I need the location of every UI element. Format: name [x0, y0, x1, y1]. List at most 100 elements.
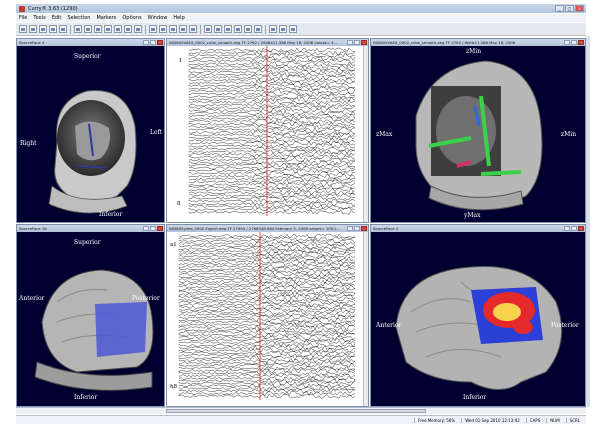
- toolbar-window-icon[interactable]: [289, 25, 297, 33]
- brain-grid-render: [34, 269, 154, 391]
- window-title: SourceFace 18: [19, 226, 47, 231]
- vertical-scrollbar[interactable]: [363, 232, 368, 406]
- toolbar-wave-icon[interactable]: [244, 25, 252, 33]
- minimize-button[interactable]: [143, 226, 149, 231]
- toolbar-new-icon[interactable]: [19, 25, 27, 33]
- 3d-view[interactable]: Superior Right Left Inferior: [17, 46, 164, 222]
- eeg-channel-trace: [188, 135, 356, 141]
- window-title-bar: SourceFace 4: [371, 225, 585, 232]
- toolbar-settings-icon[interactable]: [269, 25, 277, 33]
- eeg-channel-trace: [188, 176, 356, 182]
- minimize-button[interactable]: [143, 40, 149, 45]
- menu-options[interactable]: Options: [122, 15, 141, 21]
- close-button[interactable]: [157, 226, 163, 231]
- toolbar-layout-icon[interactable]: [204, 25, 212, 33]
- toolbar-montage-icon[interactable]: [159, 25, 167, 33]
- eeg-trace-area[interactable]: a1 h8: [167, 232, 368, 406]
- minimize-button[interactable]: [564, 40, 570, 45]
- scroll-thumb[interactable]: [166, 409, 426, 413]
- eeg-channel-trace: [178, 347, 356, 353]
- channel-label-last: 8: [177, 201, 181, 207]
- eeg-channel-trace: [188, 132, 356, 138]
- close-button[interactable]: [578, 226, 584, 231]
- eeg-trace-area[interactable]: 1 8: [167, 46, 368, 222]
- toolbar-map-icon[interactable]: [189, 25, 197, 33]
- maximize-button[interactable]: □: [565, 5, 574, 12]
- status-bar: Free Memory: 56% Wed 01 Sep 2010 12:13:0…: [16, 415, 586, 424]
- eeg-channel-trace: [188, 121, 356, 127]
- orientation-label-right: zMin: [561, 131, 577, 138]
- menu-file[interactable]: File: [19, 15, 27, 21]
- eeg-channel-trace: [178, 355, 355, 361]
- horizontal-scrollbar[interactable]: [16, 407, 586, 414]
- eeg-channel-trace: [188, 160, 356, 166]
- toolbar-marker-icon[interactable]: [94, 25, 102, 33]
- toolbar-rewind-icon[interactable]: [104, 25, 112, 33]
- toolbar-save-icon[interactable]: [39, 25, 47, 33]
- eeg-channel-trace: [188, 149, 356, 155]
- eeg-channel-trace: [178, 256, 356, 262]
- eeg-channel-trace: [178, 235, 356, 242]
- menu-window[interactable]: Window: [148, 15, 168, 21]
- menu-help[interactable]: Help: [173, 15, 184, 21]
- toolbar-info-icon[interactable]: [179, 25, 187, 33]
- orientation-label-left: zMax: [376, 131, 393, 138]
- grid-render-window[interactable]: SourceFace 18 Superior Anterior Posterio…: [16, 224, 165, 407]
- eeg-channel-trace: [188, 146, 356, 152]
- maximize-button[interactable]: [354, 40, 360, 45]
- toolbar-open-icon[interactable]: [29, 25, 37, 33]
- menu-tools[interactable]: Tools: [33, 15, 45, 21]
- minimize-button[interactable]: [347, 226, 353, 231]
- toolbar-bars-icon[interactable]: [234, 25, 242, 33]
- eeg-channel-trace: [188, 69, 356, 75]
- minimize-button[interactable]: [347, 40, 353, 45]
- orientation-label-left: Anterior: [19, 295, 45, 302]
- eeg-channel-trace: [178, 383, 356, 389]
- maximize-button[interactable]: [150, 226, 156, 231]
- 3d-view[interactable]: zMin zMax zMin yMax: [371, 46, 585, 222]
- minimize-button[interactable]: _: [555, 5, 564, 12]
- eeg-channel-trace: [188, 129, 356, 135]
- close-button[interactable]: [361, 40, 367, 45]
- toolbar-up-icon[interactable]: [124, 25, 132, 33]
- close-button[interactable]: [578, 40, 584, 45]
- eeg-export-window[interactable]: 080805ynka_0002 Export.eeg TF 27994 / 27…: [166, 224, 369, 407]
- window-title: 080805VAEX_0002_cntw_smooth.eeg TF 2762 …: [169, 40, 338, 45]
- eeg-channel-trace: [178, 391, 356, 396]
- maximize-button[interactable]: [571, 40, 577, 45]
- eeg-channel-trace: [178, 309, 356, 315]
- 3d-view[interactable]: Anterior Posterior Inferior: [371, 232, 585, 406]
- mri-view-window[interactable]: SourceFace 4 Superior Right Left Inferio…: [16, 38, 165, 223]
- toolbar-grid-icon[interactable]: [74, 25, 82, 33]
- toolbar-down-icon[interactable]: [134, 25, 142, 33]
- close-button[interactable]: [157, 40, 163, 45]
- cortex-map-window[interactable]: SourceFace 4 Anterior Posterior Inferior: [370, 224, 586, 407]
- eeg-trace-window[interactable]: 080805VAEX_0002_cntw_smooth.eeg TF 2762 …: [166, 38, 369, 223]
- maximize-button[interactable]: [354, 226, 360, 231]
- maximize-button[interactable]: [571, 226, 577, 231]
- toolbar-filter-icon[interactable]: [149, 25, 157, 33]
- 3d-view[interactable]: Superior Anterior Posterior Inferior: [17, 232, 164, 406]
- menu-edit[interactable]: Edit: [52, 15, 62, 21]
- minimize-button[interactable]: [564, 226, 570, 231]
- eeg-channel-trace: [178, 287, 356, 292]
- toolbar-scale-icon[interactable]: [169, 25, 177, 33]
- workspace-scrollbar[interactable]: [586, 36, 590, 407]
- toolbar-head-icon[interactable]: [254, 25, 262, 33]
- application-window: Curry® 3.63 (1290) _ □ × File Tools Edit…: [0, 0, 601, 430]
- close-button[interactable]: [361, 226, 367, 231]
- toolbar-print-icon[interactable]: [49, 25, 57, 33]
- toolbar-export-icon[interactable]: [279, 25, 287, 33]
- window-title: SourceFace 4: [373, 226, 399, 231]
- vertical-scrollbar[interactable]: [363, 46, 368, 222]
- mri-electrode-window[interactable]: 080805VAEX_0002_cntw_smooth.eeg TF 2762 …: [370, 38, 586, 223]
- toolbar-cursor-icon[interactable]: [84, 25, 92, 33]
- toolbar-cascade-icon[interactable]: [224, 25, 232, 33]
- close-button[interactable]: ×: [575, 5, 584, 12]
- toolbar-tile-icon[interactable]: [214, 25, 222, 33]
- maximize-button[interactable]: [150, 40, 156, 45]
- toolbar-zoom-icon[interactable]: [59, 25, 67, 33]
- menu-selection[interactable]: Selection: [67, 15, 90, 21]
- toolbar-play-icon[interactable]: [114, 25, 122, 33]
- menu-markers[interactable]: Markers: [96, 15, 116, 21]
